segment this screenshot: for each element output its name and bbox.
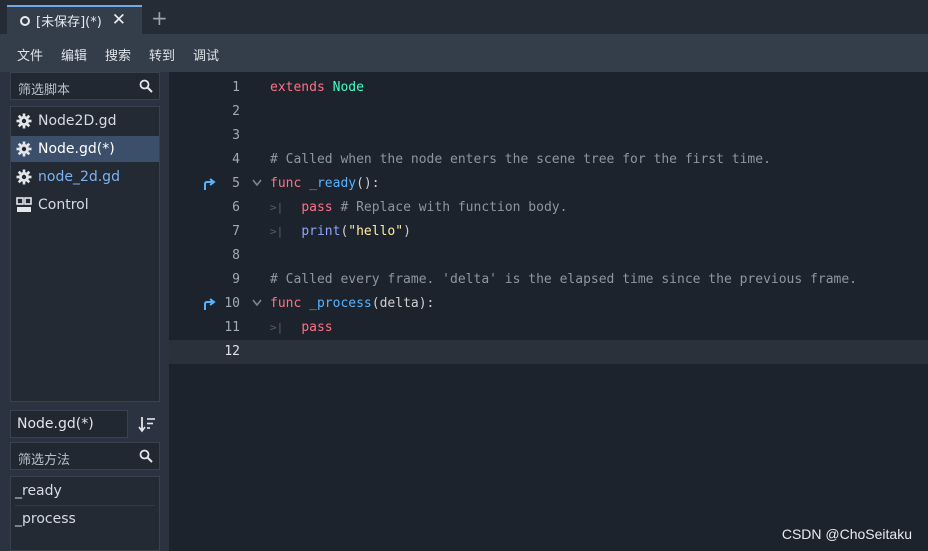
code-text: # Called when the node enters the scene … (270, 152, 771, 167)
line-number: 5 (232, 176, 240, 191)
menu-bar: 文件 编辑 搜索 转到 调试 (0, 34, 928, 72)
script-item[interactable]: Node.gd(*) (11, 136, 159, 162)
line-number: 7 (232, 224, 240, 239)
line-number: 4 (232, 152, 240, 167)
menu-edit[interactable]: 编辑 (61, 45, 87, 64)
search-icon (139, 79, 153, 93)
script-item-label: node_2d.gd (38, 169, 120, 185)
script-tab[interactable]: [未保存](*) ✕ (7, 5, 142, 34)
code-text: pass (301, 320, 333, 335)
script-list: Node2D.gd Node.gd(*) node_2d.gd Control (10, 106, 160, 402)
code-editor[interactable]: 1 extends Node 2 3 4 # Called when the node e… (169, 72, 928, 551)
script-item-label: Node2D.gd (38, 113, 117, 129)
code-text: # Called every frame. 'delta' is the ela… (270, 272, 857, 287)
line-number: 2 (232, 104, 240, 119)
method-item-process[interactable]: _process (15, 511, 76, 527)
menu-goto[interactable]: 转到 (149, 45, 175, 64)
line-number: 11 (224, 320, 240, 335)
script-item-label: Control (38, 197, 89, 213)
code-line[interactable]: 1 extends Node (169, 76, 928, 100)
tab-bar: [未保存](*) ✕ + (0, 0, 928, 34)
code-line[interactable]: 8 (169, 244, 928, 268)
watermark: CSDN @ChoSeitaku (781, 526, 912, 542)
line-number: 3 (232, 128, 240, 143)
method-filter-placeholder: 筛选方法 (18, 453, 71, 468)
line-number: 6 (232, 200, 240, 215)
menu-debug[interactable]: 调试 (193, 45, 219, 64)
code-line[interactable]: 6 >| pass # Replace with function body. (169, 196, 928, 220)
method-item-ready[interactable]: _ready (15, 483, 62, 499)
script-filter-input[interactable]: 筛选脚本 (10, 72, 160, 100)
fold-chevron-icon[interactable] (252, 299, 262, 307)
code-text: extends Node (270, 80, 364, 95)
code-line[interactable]: 7 >| print("hello") (169, 220, 928, 244)
code-text: pass # Replace with function body. (301, 200, 568, 215)
line-number: 12 (224, 344, 240, 359)
code-line[interactable]: 9 # Called every frame. 'delta' is the el… (169, 268, 928, 292)
code-text: func _process(delta): (270, 296, 435, 311)
fold-chevron-icon[interactable] (252, 179, 262, 187)
menu-search[interactable]: 搜索 (105, 45, 131, 64)
line-number: 1 (232, 80, 240, 95)
close-tab-icon[interactable]: ✕ (112, 12, 126, 29)
script-filter-placeholder: 筛选脚本 (18, 83, 71, 98)
menu-file[interactable]: 文件 (17, 45, 43, 64)
script-panel: 筛选脚本 Node2D.gd Node.gd(*) node_2d.gd Contro… (10, 72, 162, 551)
code-text: print("hello") (301, 224, 411, 239)
code-line[interactable]: 2 (169, 100, 928, 124)
gear-icon (16, 169, 32, 185)
current-script-name: Node.gd(*) (10, 410, 128, 438)
method-list: _ready _process (10, 476, 160, 551)
divider (15, 505, 155, 506)
gear-icon (16, 113, 32, 129)
sort-icon[interactable] (138, 415, 156, 433)
gear-icon (16, 141, 32, 157)
code-line[interactable]: 11 >| pass (169, 316, 928, 340)
script-item[interactable]: Node2D.gd (11, 108, 159, 134)
search-icon (139, 449, 153, 463)
code-line[interactable]: 3 (169, 124, 928, 148)
script-item[interactable]: node_2d.gd (11, 164, 159, 190)
doc-icon (16, 197, 32, 212)
method-filter-input[interactable]: 筛选方法 (10, 442, 160, 470)
new-tab-button[interactable]: + (151, 8, 168, 28)
script-item-label: Node.gd(*) (38, 141, 115, 157)
code-line[interactable]: 5 func _ready(): (169, 172, 928, 196)
code-line[interactable]: 10 func _process(delta): (169, 292, 928, 316)
tab-title: [未保存](*) (36, 15, 102, 30)
code-text: func _ready(): (270, 176, 380, 191)
code-line[interactable]: 12 (169, 340, 928, 364)
unsaved-indicator-icon (20, 15, 30, 26)
script-item[interactable]: Control (11, 192, 159, 218)
line-number: 10 (224, 296, 240, 311)
line-number: 9 (232, 272, 240, 287)
line-number: 8 (232, 248, 240, 263)
code-line[interactable]: 4 # Called when the node enters the scene… (169, 148, 928, 172)
